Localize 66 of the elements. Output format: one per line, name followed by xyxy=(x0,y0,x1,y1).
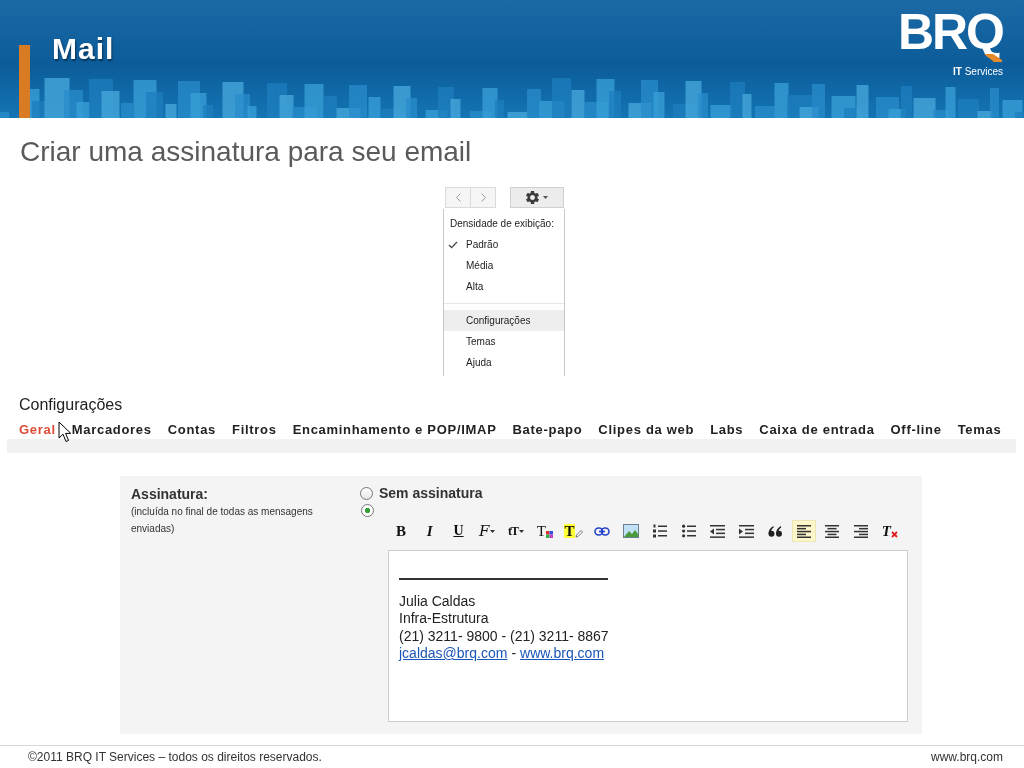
remove-formatting-button[interactable]: T xyxy=(877,520,902,542)
numbered-list-icon xyxy=(652,524,667,538)
menu-item[interactable]: Padrão xyxy=(444,234,564,255)
settings-heading: Configurações xyxy=(19,395,123,415)
menu-item[interactable]: Configurações xyxy=(444,310,564,331)
font-button[interactable]: F xyxy=(475,520,500,542)
website-text: www.brq.com xyxy=(930,750,1003,766)
align-right-icon xyxy=(854,524,868,538)
size-button[interactable]: tT xyxy=(504,520,528,542)
settings-tab[interactable]: Caixa de entrada xyxy=(759,421,875,439)
menu-item[interactable]: Ajuda xyxy=(444,352,564,373)
caret-icon xyxy=(490,529,496,533)
highlight-button[interactable]: T xyxy=(561,520,586,542)
settings-tab[interactable]: Bate-papo xyxy=(512,421,583,439)
signature-text: Infra-Estrutura xyxy=(399,610,489,628)
underline-button[interactable]: U xyxy=(446,520,471,542)
settings-tab[interactable]: Clipes da web xyxy=(598,421,695,439)
logo-tagline: IT Services xyxy=(953,66,1003,78)
indent-icon xyxy=(738,524,754,538)
website-link[interactable]: www.brq.com xyxy=(520,645,605,663)
pencil-icon xyxy=(574,530,583,538)
radio-label: Sem assinatura xyxy=(379,485,483,501)
copyright-text: ©2011 BRQ IT Services – todos os direitos reservados. xyxy=(28,750,322,766)
settings-tab[interactable]: Marcadores xyxy=(71,421,152,439)
link-icon xyxy=(594,526,611,536)
align-left-icon xyxy=(796,524,811,538)
radio-button[interactable] xyxy=(361,504,374,517)
settings-tab[interactable]: Geral xyxy=(19,421,56,439)
signature-text: Julia Caldas xyxy=(399,592,476,610)
gear-icon xyxy=(526,191,539,204)
text-color-button[interactable]: T xyxy=(532,520,557,542)
menu-item[interactable]: Alta xyxy=(444,276,564,297)
align-center-icon xyxy=(825,524,840,538)
bold-button[interactable]: B xyxy=(389,520,413,542)
align-left-button[interactable] xyxy=(791,520,816,542)
settings-tab[interactable]: Temas xyxy=(957,421,1002,439)
swatch-grid-icon xyxy=(545,531,553,538)
chevron-right-icon xyxy=(480,193,486,202)
signature-editor[interactable]: Julia Caldas Infra-Estrutura (21) 3211- 9800 - (21) 3211- 8867 jcaldas@brq.com - www.brq.com xyxy=(388,550,908,722)
page-title: Criar uma assinatura para seu email xyxy=(20,136,472,168)
settings-tab[interactable]: Contas xyxy=(167,421,216,439)
signature-label: Assinatura: xyxy=(131,485,209,503)
settings-button[interactable] xyxy=(510,187,564,208)
email-link[interactable]: jcaldas@brq.com xyxy=(399,645,508,663)
menu-item[interactable]: Temas xyxy=(444,331,564,352)
settings-tab[interactable]: Off-line xyxy=(890,421,942,439)
mouse-pointer-icon xyxy=(58,421,72,443)
caret-icon xyxy=(543,196,548,199)
outdent-icon xyxy=(709,524,725,538)
signature-note: (incluída no final de todas as mensagens enviadas) xyxy=(131,505,314,536)
image-icon xyxy=(623,524,639,538)
signature-text: (21) 3211- 9800 - (21) 3211- 8867 xyxy=(399,627,609,645)
caret-icon xyxy=(519,529,524,533)
slide-title: Mail xyxy=(52,31,115,67)
quote-icon xyxy=(767,525,782,537)
bulleted-list-icon xyxy=(681,524,696,538)
radio-button[interactable] xyxy=(360,486,373,500)
settings-tab[interactable]: Encaminhamento e POP/IMAP xyxy=(292,421,497,439)
menu-heading: Densidade de exibição: xyxy=(449,217,554,231)
chevron-left-icon xyxy=(455,193,461,202)
separator-text: - xyxy=(511,645,517,663)
menu-item[interactable]: Média xyxy=(444,255,564,276)
italic-button[interactable]: I xyxy=(417,520,442,542)
settings-tab[interactable]: Filtros xyxy=(232,421,277,439)
cross-icon xyxy=(890,531,898,538)
settings-tab[interactable]: Labs xyxy=(710,421,744,439)
